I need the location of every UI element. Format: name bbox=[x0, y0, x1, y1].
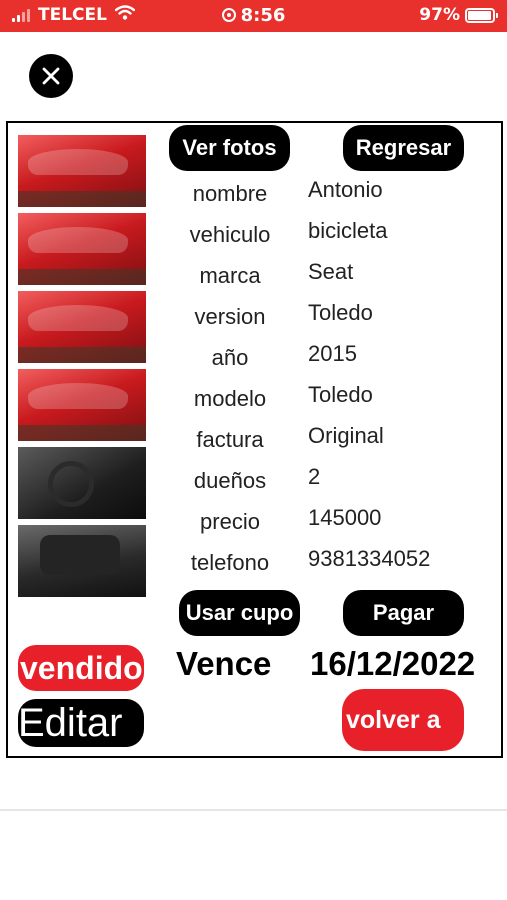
volver-button[interactable]: volver a bbox=[342, 689, 464, 751]
detail-label: marca bbox=[199, 263, 261, 288]
expiry-date: 16/12/2022 bbox=[310, 645, 476, 682]
vendido-button[interactable]: vendido bbox=[18, 645, 144, 691]
car-rear-photo[interactable] bbox=[18, 369, 146, 441]
detail-value: bicicleta bbox=[308, 218, 388, 243]
ver-fotos-button[interactable]: Ver fotos bbox=[169, 125, 290, 171]
car-interior-photo[interactable] bbox=[18, 447, 146, 519]
usar-cupo-button[interactable]: Usar cupo bbox=[179, 590, 300, 636]
expiry-label: Vence bbox=[176, 645, 272, 682]
close-button[interactable] bbox=[29, 54, 73, 98]
detail-label: version bbox=[194, 304, 266, 329]
detail-label: dueños bbox=[193, 468, 267, 493]
orientation-lock-icon bbox=[221, 8, 236, 22]
status-bar: TELCEL 8:56 97% bbox=[0, 0, 507, 32]
detail-label: año bbox=[211, 345, 249, 370]
detail-label: nombre bbox=[192, 181, 268, 206]
status-bar-right: 97% bbox=[419, 5, 498, 25]
editar-button[interactable]: Editar bbox=[18, 699, 144, 747]
detail-value: 9381334052 bbox=[308, 546, 431, 571]
detail-label: factura bbox=[196, 427, 264, 452]
battery-fill bbox=[468, 10, 492, 20]
battery-percent: 97% bbox=[419, 5, 460, 25]
detail-label: modelo bbox=[193, 386, 267, 411]
pagar-button[interactable]: Pagar bbox=[343, 590, 464, 636]
detail-value: 145000 bbox=[308, 505, 382, 530]
detail-value: Original bbox=[308, 423, 384, 448]
listing-card: Ver fotos Regresar nombre Antonio vehiculo… bbox=[6, 121, 503, 758]
detail-value: 2 bbox=[308, 464, 321, 489]
detail-value: Toledo bbox=[308, 382, 373, 407]
detail-value: Toledo bbox=[308, 300, 373, 325]
regresar-button[interactable]: Regresar bbox=[343, 125, 464, 171]
detail-value: Seat bbox=[308, 259, 354, 284]
car-seat-photo[interactable] bbox=[18, 525, 146, 597]
detail-value: 2015 bbox=[308, 341, 357, 366]
battery-icon bbox=[465, 7, 498, 23]
car-front-photo[interactable] bbox=[18, 135, 146, 207]
detail-label: telefono bbox=[190, 550, 270, 575]
clock-time: 8:56 bbox=[240, 5, 286, 26]
divider bbox=[0, 809, 507, 811]
car-side-rear-photo[interactable] bbox=[18, 291, 146, 363]
car-side-photo[interactable] bbox=[18, 213, 146, 285]
close-icon bbox=[42, 67, 60, 85]
detail-label: vehiculo bbox=[189, 222, 271, 247]
detail-label: precio bbox=[200, 509, 260, 534]
detail-value: Antonio bbox=[308, 177, 383, 202]
